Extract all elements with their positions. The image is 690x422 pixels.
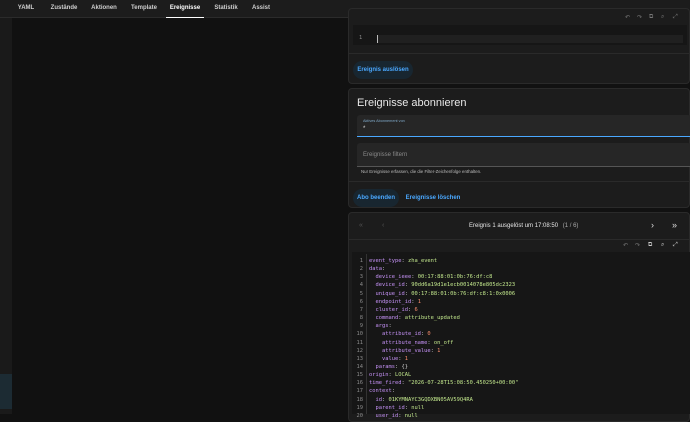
code-line-number: 12 [356,347,364,354]
copy-icon[interactable]: ⧉ [649,14,653,21]
tab-statistik[interactable]: Statistik [209,0,243,18]
code-line: args: [375,323,392,330]
code-line-number: 10 [356,331,364,338]
code-line-number: 14 [356,363,364,370]
fire-event-button[interactable]: Ereignis auslösen [353,61,413,79]
code-line: device_ieee: 00:17:88:01:0b:76:df:c8 [375,274,493,281]
event-filter-hint: Nur Ereignisse erfassen, die die Filter-… [361,169,482,174]
code-line: time_fired: "2026-07-28T15:08:50.450250+… [369,380,519,387]
subscribe-card: Ereignisse abonnieren Aktives Abonnement… [348,88,690,208]
code-line: command: attribute_updated [375,315,460,322]
code-line: origin: LOCAL [369,372,412,379]
undo-icon[interactable]: ↶ [625,14,630,21]
event-header-text: Ereignis 1 ausgelöst um 17:08:50 [469,223,559,229]
code-line-number: 5 [359,290,363,297]
code-line: attribute_id: 0 [381,331,431,338]
code-line-number: 8 [359,315,363,322]
fire-event-card: ↶ ↷ ⧉ ⌕ ⤢ 1 Ereignis auslösen [348,8,690,84]
code-line: params: {} [375,363,408,370]
first-event-icon[interactable]: « [359,222,363,229]
code-line: event_type: zha_event [369,258,438,264]
event-header: Ereignis 1 ausgelöst um 17:08:50 (1 / 6) [469,223,578,229]
tab-assist[interactable]: Assist [248,0,274,18]
code-line-number: 6 [359,298,363,305]
tab-yaml[interactable]: YAML [12,0,40,18]
stop-subscription-button[interactable]: Abo beenden [353,189,399,207]
left-pane [12,18,342,414]
code-line-number: 18 [356,396,364,403]
search-icon[interactable]: ⌕ [661,14,664,21]
event-yaml-gutter-line [366,254,367,414]
code-line: device_id: 90dd6a19d1e1ecb0014078e805dc2… [375,282,516,289]
card-divider [349,239,690,240]
code-line-number: 9 [359,323,363,330]
search-icon[interactable]: ⌕ [661,242,664,249]
code-line: context: [369,388,395,395]
code-line-number: 16 [356,380,364,387]
fullscreen-icon[interactable]: ⤢ [673,14,678,21]
last-event-icon[interactable]: » [672,220,677,230]
code-line: id: 01KYMNAYC3GQDXBN05AV59Q4RA [375,396,473,403]
code-line-number: 15 [356,372,364,379]
active-subscription-label: Aktives Abonnement von [363,119,405,123]
event-counter: (1 / 6) [562,223,579,229]
code-line: cluster_id: 6 [375,306,418,313]
redo-icon[interactable]: ↷ [637,14,642,21]
tab-template[interactable]: Template [127,0,161,18]
undo-icon[interactable]: ↶ [623,242,628,249]
code-line-number: 7 [359,306,363,313]
code-line-number: 3 [359,274,363,281]
code-line: parent_id: null [375,404,425,411]
code-line: endpoint_id: 1 [375,298,421,305]
code-line-number: 11 [356,339,364,346]
card-divider [349,53,690,54]
tab-zustaende[interactable]: Zustände [48,0,80,18]
event-code-toolbar: ↶ ↷ ⧉ ⌕ ⤢ [621,241,685,251]
code-line-number: 1 [359,258,363,264]
code-line: attribute_value: 1 [381,347,441,354]
code-line-number: 4 [359,282,363,289]
code-line-number: 2 [359,266,363,273]
clear-events-button[interactable]: Ereignisse löschen [403,189,463,207]
redo-icon[interactable]: ↷ [635,242,640,249]
active-subscription-value: * [363,126,366,132]
editor-line-number: 1 [359,35,363,41]
code-line-number: 17 [356,388,364,395]
code-line: attribute_name: on_off [381,339,454,346]
fullscreen-icon[interactable]: ⤢ [673,242,678,249]
code-line-number: 13 [356,355,364,362]
next-event-icon[interactable]: › [651,220,654,230]
copy-icon[interactable]: ⧉ [648,242,652,249]
editor-toolbar: ↶ ↷ ⧉ ⌕ ⤢ [623,13,683,23]
subscribe-title: Ereignisse abonnieren [357,97,467,109]
code-line-number: 19 [356,404,364,411]
tab-ereignisse[interactable]: Ereignisse [166,0,204,18]
code-line: unique_id: 00:17:88:01:0b:76:df:c8:1:0x0… [375,290,516,297]
editor-cursor-line [377,35,683,43]
tab-aktionen[interactable]: Aktionen [88,0,120,18]
active-subscription-field[interactable]: Aktives Abonnement von * [357,115,690,137]
code-line: data: [369,266,386,273]
previous-event-icon[interactable]: ‹ [382,222,384,229]
code-line: value: 1 [381,355,408,362]
event-filter-input[interactable]: Ereignisse filtern [357,143,690,167]
sidebar-selected-item[interactable] [0,374,12,409]
event-filter-placeholder: Ereignisse filtern [363,152,408,158]
event-data-editor[interactable]: 1 [353,25,687,45]
card-divider [349,181,690,182]
sidebar-strip [0,18,12,414]
